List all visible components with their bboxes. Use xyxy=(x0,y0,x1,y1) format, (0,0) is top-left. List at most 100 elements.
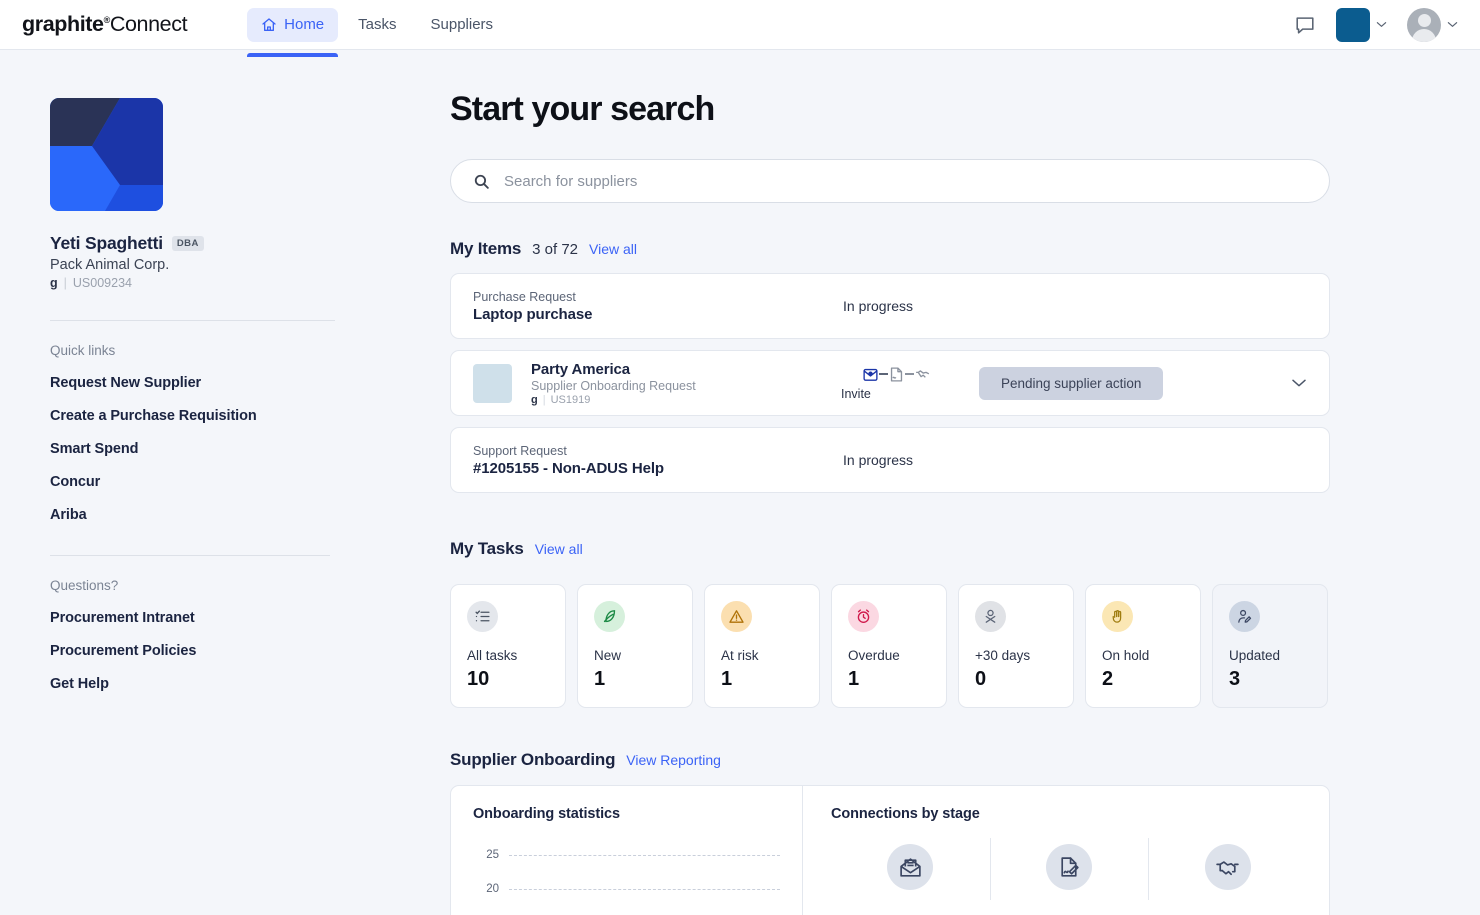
my-item-title: #1205155 - Non-ADUS Help xyxy=(473,460,843,477)
quick-link-create-purchase-requisition[interactable]: Create a Purchase Requisition xyxy=(50,408,450,424)
raised-hand-icon xyxy=(1102,601,1133,632)
handshake-icon xyxy=(1205,844,1251,890)
question-link-procurement-intranet[interactable]: Procurement Intranet xyxy=(50,610,450,626)
task-card-count: 3 xyxy=(1229,668,1327,691)
my-item-text-block: Purchase Request Laptop purchase xyxy=(473,290,843,323)
my-item-row-supplier-onboarding[interactable]: Party America Supplier Onboarding Reques… xyxy=(450,350,1330,416)
question-link-get-help[interactable]: Get Help xyxy=(50,676,450,692)
company-id-row: g | US009234 xyxy=(50,276,450,290)
supplier-onboarding-title: Supplier Onboarding xyxy=(450,750,615,770)
task-card-overdue[interactable]: Overdue 1 xyxy=(831,584,947,708)
company-id-separator: | xyxy=(64,276,67,290)
task-card-all-tasks[interactable]: All tasks 10 xyxy=(450,584,566,708)
sidebar-divider-top xyxy=(50,320,335,321)
warning-triangle-icon xyxy=(721,601,752,632)
task-card-count: 1 xyxy=(848,668,946,691)
task-card-new[interactable]: New 1 xyxy=(577,584,693,708)
hourglass-person-icon xyxy=(975,601,1006,632)
tenant-color-chip[interactable] xyxy=(1336,8,1370,42)
task-card-count: 1 xyxy=(594,668,692,691)
onboarding-statistics-chart: 25 20 xyxy=(473,838,780,915)
chevron-down-icon[interactable] xyxy=(1447,21,1458,28)
question-link-procurement-policies[interactable]: Procurement Policies xyxy=(50,643,450,659)
chevron-down-icon[interactable] xyxy=(1291,378,1307,388)
my-item-row-support-request[interactable]: Support Request #1205155 - Non-ADUS Help… xyxy=(450,427,1330,493)
supplier-id-prefix: g xyxy=(531,394,538,406)
app-logo[interactable]: graphite®Connect xyxy=(22,12,187,37)
app-header: graphite®Connect Home Tasks Suppliers xyxy=(0,0,1480,50)
view-reporting-link[interactable]: View Reporting xyxy=(626,752,721,768)
status-badge-pending-supplier-action: Pending supplier action xyxy=(979,367,1163,400)
user-menu[interactable] xyxy=(1407,8,1458,42)
task-card-count: 0 xyxy=(975,668,1073,691)
stage-connector-1 xyxy=(879,373,888,375)
chart-gridline-row: 20 xyxy=(473,872,780,906)
quick-link-ariba[interactable]: Ariba xyxy=(50,507,450,523)
chat-bubble-icon[interactable] xyxy=(1294,14,1316,36)
onboarding-statistics-panel: Onboarding statistics 25 20 xyxy=(451,786,803,915)
chart-gridline xyxy=(509,889,780,890)
my-tasks-view-all-link[interactable]: View all xyxy=(535,541,583,557)
logo-registered-mark: ® xyxy=(104,15,110,25)
onboarding-stage-progress: Invite xyxy=(841,366,951,401)
contract-sign-icon xyxy=(888,366,905,383)
company-identity: Yeti Spaghetti DBA xyxy=(50,233,450,254)
my-items-view-all-link[interactable]: View all xyxy=(589,241,637,257)
company-logo-hexagon xyxy=(50,98,163,211)
supplier-thumbnail xyxy=(473,364,512,403)
my-item-row-purchase-request[interactable]: Purchase Request Laptop purchase In prog… xyxy=(450,273,1330,339)
quick-link-request-new-supplier[interactable]: Request New Supplier xyxy=(50,375,450,391)
my-item-status: In progress xyxy=(843,452,913,468)
list-checklist-icon xyxy=(467,601,498,632)
task-card-count: 1 xyxy=(721,668,819,691)
invite-envelope-icon xyxy=(862,366,879,383)
supplier-name: Party America xyxy=(531,361,841,378)
task-card-count: 2 xyxy=(1102,668,1200,691)
my-item-text-block: Support Request #1205155 - Non-ADUS Help xyxy=(473,444,843,477)
chevron-down-icon[interactable] xyxy=(1376,21,1387,28)
quick-link-concur[interactable]: Concur xyxy=(50,474,450,490)
stage-icon-group xyxy=(862,366,931,383)
logo-bold-text: graphite xyxy=(22,12,104,37)
task-card-label: All tasks xyxy=(467,648,565,663)
my-items-title: My Items xyxy=(450,239,521,259)
search-input[interactable] xyxy=(504,173,1307,190)
company-id-prefix: g xyxy=(50,276,58,290)
stage-column-contract[interactable] xyxy=(990,844,1149,890)
chart-ytick-label: 25 xyxy=(473,849,499,861)
tenant-color-selector[interactable] xyxy=(1336,8,1387,42)
task-card-label: New xyxy=(594,648,692,663)
nav-tab-tasks[interactable]: Tasks xyxy=(344,8,410,42)
supplier-search-box[interactable] xyxy=(450,159,1330,203)
my-items-count: 3 of 72 xyxy=(532,241,578,258)
task-card-plus-30-days[interactable]: +30 days 0 xyxy=(958,584,1074,708)
stage-column-connected[interactable] xyxy=(1148,844,1307,890)
nav-tab-home[interactable]: Home xyxy=(247,8,338,42)
task-card-count: 10 xyxy=(467,668,565,691)
task-card-label: Updated xyxy=(1229,648,1327,663)
my-tasks-cards: All tasks 10 New 1 At risk 1 xyxy=(450,584,1340,708)
task-card-on-hold[interactable]: On hold 2 xyxy=(1085,584,1201,708)
nav-tab-suppliers[interactable]: Suppliers xyxy=(417,8,508,42)
supplier-onboarding-panel: Onboarding statistics 25 20 Connections … xyxy=(450,785,1330,915)
stage-column-invite[interactable] xyxy=(831,844,990,890)
my-tasks-header: My Tasks View all xyxy=(450,539,1340,559)
task-card-updated[interactable]: Updated 3 xyxy=(1212,584,1328,708)
quick-link-smart-spend[interactable]: Smart Spend xyxy=(50,441,450,457)
nav-tab-suppliers-label: Suppliers xyxy=(431,16,494,33)
connections-stage-row xyxy=(831,844,1307,890)
supplier-id-row: g | US1919 xyxy=(531,394,841,406)
my-items-header: My Items 3 of 72 View all xyxy=(450,239,1340,259)
my-items-list: Purchase Request Laptop purchase In prog… xyxy=(450,273,1340,493)
handshake-icon xyxy=(914,366,931,383)
leaf-icon xyxy=(594,601,625,632)
task-card-label: On hold xyxy=(1102,648,1200,663)
supplier-id-separator: | xyxy=(543,394,546,406)
stage-connector-2 xyxy=(905,373,914,375)
user-avatar-icon[interactable] xyxy=(1407,8,1441,42)
task-card-label: Overdue xyxy=(848,648,946,663)
company-id-value: US009234 xyxy=(73,276,132,290)
task-card-at-risk[interactable]: At risk 1 xyxy=(704,584,820,708)
page-title: Start your search xyxy=(450,90,1340,129)
main-content: Start your search My Items 3 of 72 View … xyxy=(450,50,1480,915)
